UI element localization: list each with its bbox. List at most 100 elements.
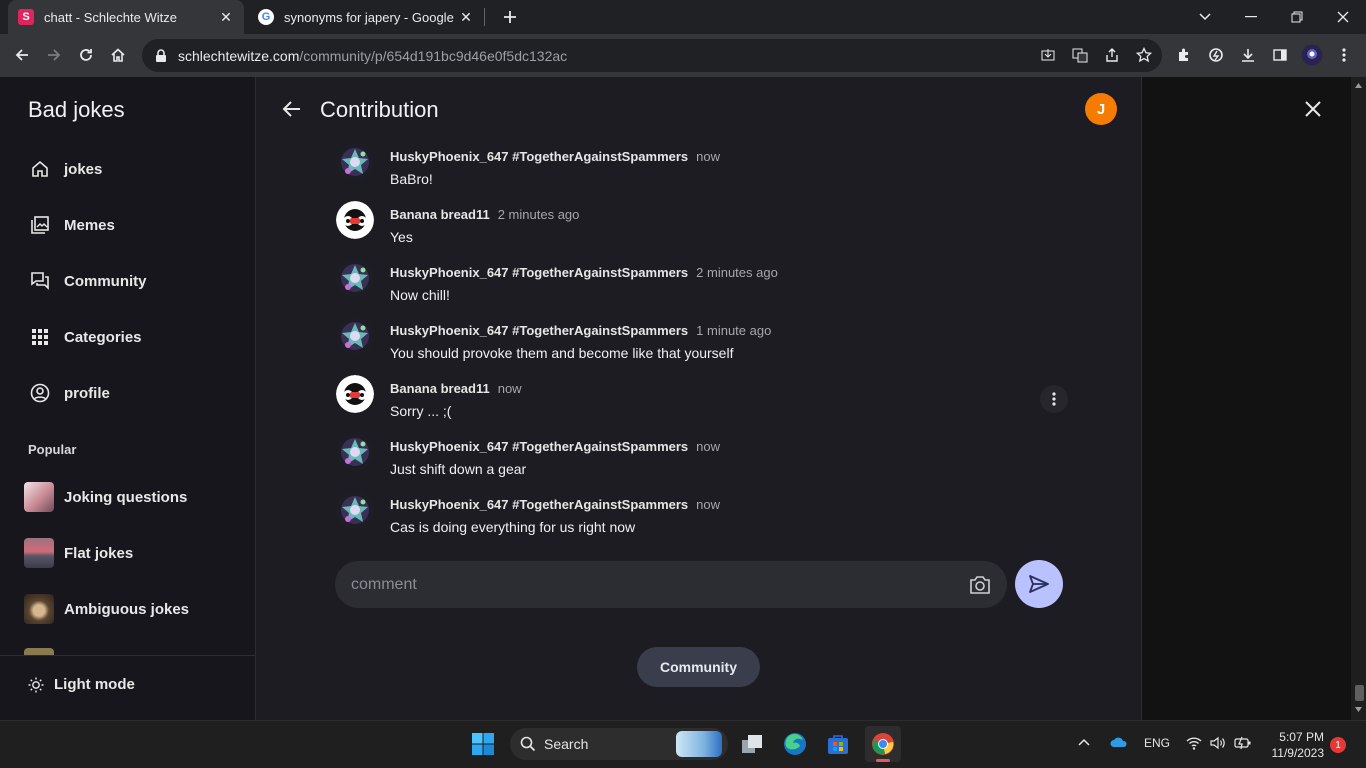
tab-divider — [484, 8, 485, 26]
comment-item: HuskyPhoenix_647 #TogetherAgainstSpammer… — [336, 433, 1076, 489]
system-clock[interactable]: 5:07 PM 11/9/2023 — [1262, 729, 1325, 761]
comment-author[interactable]: HuskyPhoenix_647 #TogetherAgainstSpammer… — [390, 323, 771, 338]
comment-input[interactable] — [351, 575, 969, 594]
comment-author[interactable]: HuskyPhoenix_647 #TogetherAgainstSpammer… — [390, 497, 720, 512]
tab-search-chevron-icon[interactable] — [1182, 0, 1228, 34]
comment-author-name[interactable]: HuskyPhoenix_647 #TogetherAgainstSpammer… — [390, 149, 688, 164]
comment-author[interactable]: Banana bread11 2 minutes ago — [390, 207, 579, 222]
clock-time: 5:07 PM — [1279, 730, 1324, 744]
volume-icon[interactable] — [1210, 736, 1226, 750]
active-app-indicator — [876, 759, 890, 762]
notification-badge[interactable]: 1 — [1330, 737, 1346, 753]
wifi-icon[interactable] — [1186, 736, 1202, 750]
page-scrollbar[interactable] — [1351, 77, 1366, 720]
sidebar-item-memes[interactable]: Memes — [28, 205, 115, 245]
tray-chevron-up-icon[interactable] — [1078, 738, 1090, 746]
comment-author[interactable]: HuskyPhoenix_647 #TogetherAgainstSpammer… — [390, 265, 778, 280]
back-icon[interactable] — [8, 41, 36, 69]
popular-item-flat-jokes[interactable]: Flat jokes — [24, 533, 133, 573]
url-host: schlechtewitze.com — [178, 47, 300, 64]
comment-author[interactable]: Banana bread11 now — [390, 381, 522, 396]
chrome-menu-icon[interactable] — [1330, 41, 1358, 69]
task-view-icon[interactable] — [734, 726, 770, 762]
forward-icon[interactable] — [40, 41, 68, 69]
language-indicator[interactable]: ENG — [1144, 736, 1170, 750]
comment-avatar[interactable] — [336, 433, 374, 471]
comment-author-name[interactable]: Banana bread11 — [390, 381, 490, 396]
downloads-icon[interactable] — [1234, 41, 1262, 69]
light-mode-label: Light mode — [54, 676, 135, 693]
popular-item-label: Joking questions — [64, 488, 188, 506]
comment-timestamp: now — [696, 497, 721, 512]
edge-browser-icon[interactable] — [777, 726, 813, 762]
more-options-icon[interactable] — [1040, 385, 1068, 413]
camera-icon[interactable] — [969, 575, 991, 595]
comment-author-name[interactable]: HuskyPhoenix_647 #TogetherAgainstSpammer… — [390, 497, 688, 512]
scrollbar-thumb[interactable] — [1355, 685, 1364, 701]
side-panel-icon[interactable] — [1266, 41, 1294, 69]
onedrive-icon[interactable] — [1110, 736, 1128, 748]
popular-item-ambiguous-jokes[interactable]: Ambiguous jokes — [24, 589, 189, 629]
send-icon — [1028, 573, 1050, 595]
comment-author[interactable]: HuskyPhoenix_647 #TogetherAgainstSpammer… — [390, 149, 720, 164]
comment-item: HuskyPhoenix_647 #TogetherAgainstSpammer… — [336, 317, 1076, 373]
back-arrow-icon[interactable] — [280, 97, 304, 121]
sidebar-divider — [0, 655, 255, 656]
comment-avatar[interactable] — [336, 491, 374, 529]
community-button[interactable]: Community — [637, 647, 760, 687]
sidebar-item-community[interactable]: Community — [28, 261, 147, 301]
user-avatar[interactable]: J — [1085, 93, 1117, 125]
translate-icon[interactable] — [1066, 41, 1094, 69]
comment-timestamp: 1 minute ago — [696, 323, 772, 338]
comment-item: Banana bread11 now Sorry ... ;( — [336, 375, 1076, 431]
comment-author-name[interactable]: HuskyPhoenix_647 #TogetherAgainstSpammer… — [390, 439, 688, 454]
comment-author[interactable]: HuskyPhoenix_647 #TogetherAgainstSpammer… — [390, 439, 720, 454]
address-bar[interactable]: schlechtewitze.com/community/p/654d191bc… — [142, 39, 1162, 72]
taskbar-search[interactable]: Search — [510, 728, 728, 760]
install-app-icon[interactable] — [1034, 41, 1062, 69]
comment-avatar[interactable] — [336, 143, 374, 181]
tab-close-icon[interactable]: ✕ — [458, 9, 474, 25]
home-button-icon[interactable] — [104, 41, 132, 69]
comment-author-name[interactable]: Banana bread11 — [390, 207, 490, 222]
comment-text: Cas is doing everything for us right now — [390, 519, 636, 535]
tab-close-icon[interactable]: ✕ — [218, 9, 234, 25]
ambiguous-jokes-thumbnail — [24, 594, 54, 624]
popular-item-joking-questions[interactable]: Joking questions — [24, 477, 187, 517]
comment-avatar[interactable] — [336, 259, 374, 297]
window-close-icon[interactable] — [1320, 0, 1366, 34]
sidebar-item-jokes[interactable]: jokes — [28, 149, 102, 189]
home-icon — [28, 157, 52, 181]
minimize-icon[interactable] — [1228, 0, 1274, 34]
comment-author-name[interactable]: HuskyPhoenix_647 #TogetherAgainstSpammer… — [390, 265, 688, 280]
light-mode-toggle[interactable]: Light mode — [28, 676, 135, 693]
comment-author-name[interactable]: HuskyPhoenix_647 #TogetherAgainstSpammer… — [390, 323, 688, 338]
tab-google-search[interactable]: G synonyms for japery - Google Se ✕ — [248, 0, 484, 34]
chrome-taskbar-icon[interactable] — [865, 726, 901, 762]
new-tab-icon[interactable] — [498, 5, 522, 29]
site-info-icon[interactable] — [154, 48, 168, 63]
comment-avatar[interactable] — [336, 201, 374, 239]
comment-avatar[interactable] — [336, 317, 374, 355]
start-windows-icon[interactable] — [465, 726, 501, 762]
extension-circle-icon[interactable] — [1202, 41, 1230, 69]
extensions-icon[interactable] — [1170, 41, 1198, 69]
close-icon[interactable] — [1300, 96, 1326, 122]
user-icon — [28, 381, 52, 405]
send-button[interactable] — [1015, 560, 1063, 608]
sidebar-item-profile[interactable]: profile — [28, 373, 110, 413]
flat-jokes-thumbnail — [24, 538, 54, 568]
microsoft-store-icon[interactable] — [820, 726, 856, 762]
bookmark-star-icon[interactable] — [1130, 41, 1158, 69]
reload-icon[interactable] — [72, 41, 100, 69]
popular-item-partial-thumbnail — [24, 648, 54, 655]
share-icon[interactable] — [1098, 41, 1126, 69]
tab-schlechte-witze[interactable]: S chatt - Schlechte Witze ✕ — [8, 0, 244, 34]
url-text: schlechtewitze.com/community/p/654d191bc… — [178, 48, 567, 64]
battery-charging-icon[interactable] — [1234, 736, 1252, 750]
profile-avatar-icon[interactable] — [1298, 41, 1326, 69]
sidebar-item-categories[interactable]: Categories — [28, 317, 142, 357]
comment-avatar[interactable] — [336, 375, 374, 413]
restore-icon[interactable] — [1274, 0, 1320, 34]
brand-title[interactable]: Bad jokes — [28, 97, 125, 123]
